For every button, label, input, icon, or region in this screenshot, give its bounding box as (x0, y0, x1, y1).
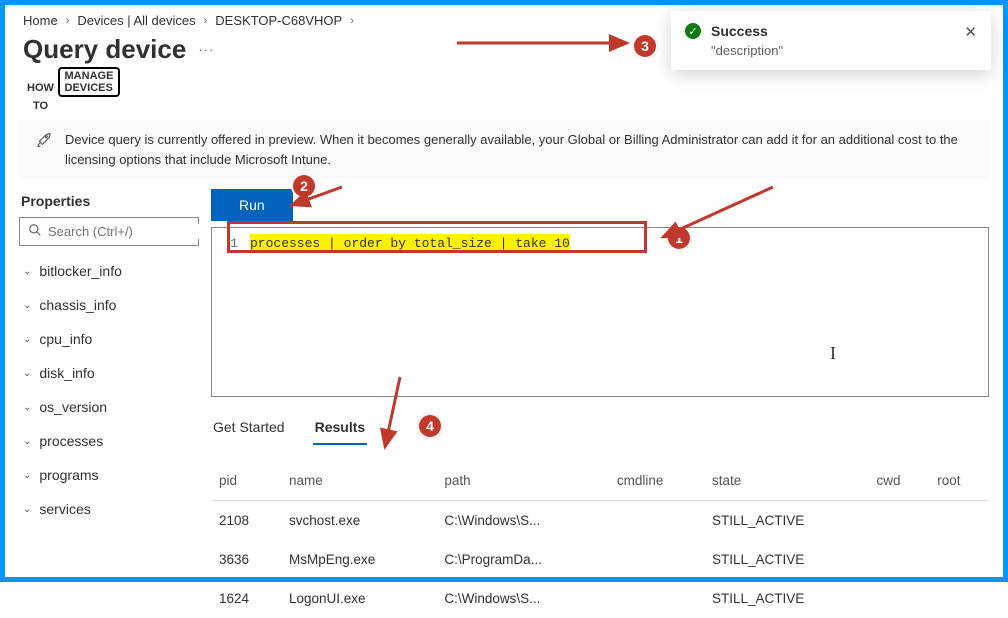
chevron-down-icon: ⌄ (23, 334, 31, 345)
cell-cwd (869, 540, 930, 579)
sidebar-item-processes[interactable]: ⌄ processes (19, 424, 199, 458)
sidebar-item-label: os_version (39, 399, 107, 415)
crumb-home[interactable]: Home (23, 13, 58, 28)
chevron-right-icon: › (350, 15, 354, 27)
preview-info-banner: Device query is currently offered in pre… (19, 120, 989, 179)
sidebar-item-cpu-info[interactable]: ⌄ cpu_info (19, 322, 199, 356)
watermark-logo: HOW MANAGEDEVICES TO (27, 67, 120, 112)
cell-state: STILL_ACTIVE (704, 540, 869, 579)
results-table: pid name path cmdline state cwd root 210… (211, 465, 989, 618)
banner-text: Device query is currently offered in pre… (65, 130, 973, 169)
cell-state: STILL_ACTIVE (704, 501, 869, 541)
chevron-down-icon: ⌄ (23, 368, 31, 379)
crumb-device-name[interactable]: DESKTOP-C68VHOP (215, 13, 342, 28)
sidebar-item-chassis-info[interactable]: ⌄ chassis_info (19, 288, 199, 322)
cell-path: C:\Windows\S... (436, 501, 609, 541)
line-number: 1 (212, 236, 250, 251)
tab-results[interactable]: Results (313, 415, 368, 445)
table-row[interactable]: 1624 LogonUI.exe C:\Windows\S... STILL_A… (211, 579, 989, 618)
sidebar-item-label: cpu_info (39, 331, 92, 347)
sidebar-item-label: programs (39, 467, 98, 483)
sidebar-item-programs[interactable]: ⌄ programs (19, 458, 199, 492)
tab-get-started[interactable]: Get Started (211, 415, 287, 445)
chevron-down-icon: ⌄ (23, 402, 31, 413)
sidebar-item-label: processes (39, 433, 103, 449)
sidebar-item-services[interactable]: ⌄ services (19, 492, 199, 526)
query-text[interactable]: processes | order by total_size | take 1… (250, 234, 570, 253)
chevron-right-icon: › (204, 15, 208, 27)
search-input-wrapper[interactable] (19, 217, 199, 246)
cell-state: STILL_ACTIVE (704, 579, 869, 618)
toast-title: Success (711, 23, 954, 39)
cell-pid: 3636 (211, 540, 281, 579)
sidebar-item-label: bitlocker_info (39, 263, 122, 279)
col-path[interactable]: path (436, 465, 609, 501)
query-editor[interactable]: 1 processes | order by total_size | take… (211, 227, 989, 397)
sidebar-item-bitlocker-info[interactable]: ⌄ bitlocker_info (19, 254, 199, 288)
toast-description: "description" (711, 43, 977, 58)
cell-root (929, 540, 989, 579)
more-actions-icon[interactable]: ··· (198, 42, 214, 57)
cell-path: C:\ProgramDa... (436, 540, 609, 579)
col-root[interactable]: root (929, 465, 989, 501)
chevron-down-icon: ⌄ (23, 300, 31, 311)
chevron-down-icon: ⌄ (23, 470, 31, 481)
sidebar-item-label: disk_info (39, 365, 94, 381)
properties-sidebar: Properties ⌄ bitlocker_info ⌄ chassis_info… (19, 189, 199, 618)
cell-pid: 1624 (211, 579, 281, 618)
cell-name: MsMpEng.exe (281, 540, 436, 579)
search-icon (28, 223, 42, 240)
col-state[interactable]: state (704, 465, 869, 501)
chevron-down-icon: ⌄ (23, 504, 31, 515)
cell-root (929, 579, 989, 618)
page-title: Query device (23, 34, 186, 65)
cell-cwd (869, 501, 930, 541)
sidebar-item-os-version[interactable]: ⌄ os_version (19, 390, 199, 424)
cell-name: LogonUI.exe (281, 579, 436, 618)
cell-cmdline (609, 501, 704, 541)
search-input[interactable] (48, 224, 224, 239)
text-cursor-icon: I (830, 343, 836, 364)
cell-cwd (869, 579, 930, 618)
success-toast: ✓ Success ✕ "description" (671, 11, 991, 70)
check-circle-icon: ✓ (685, 23, 701, 39)
col-cmdline[interactable]: cmdline (609, 465, 704, 501)
sidebar-header: Properties (19, 189, 199, 217)
cell-cmdline (609, 540, 704, 579)
col-name[interactable]: name (281, 465, 436, 501)
run-button[interactable]: Run (211, 189, 293, 221)
col-cwd[interactable]: cwd (869, 465, 930, 501)
crumb-devices[interactable]: Devices | All devices (77, 13, 195, 28)
chevron-down-icon: ⌄ (23, 436, 31, 447)
cell-path: C:\Windows\S... (436, 579, 609, 618)
table-row[interactable]: 3636 MsMpEng.exe C:\ProgramDa... STILL_A… (211, 540, 989, 579)
sidebar-item-label: chassis_info (39, 297, 116, 313)
chevron-down-icon: ⌄ (23, 266, 31, 277)
cell-name: svchost.exe (281, 501, 436, 541)
sidebar-item-label: services (39, 501, 90, 517)
table-row[interactable]: 2108 svchost.exe C:\Windows\S... STILL_A… (211, 501, 989, 541)
chevron-right-icon: › (66, 15, 70, 27)
close-icon[interactable]: ✕ (964, 23, 977, 41)
cell-cmdline (609, 579, 704, 618)
rocket-icon (35, 130, 53, 169)
cell-root (929, 501, 989, 541)
sidebar-item-disk-info[interactable]: ⌄ disk_info (19, 356, 199, 390)
col-pid[interactable]: pid (211, 465, 281, 501)
cell-pid: 2108 (211, 501, 281, 541)
